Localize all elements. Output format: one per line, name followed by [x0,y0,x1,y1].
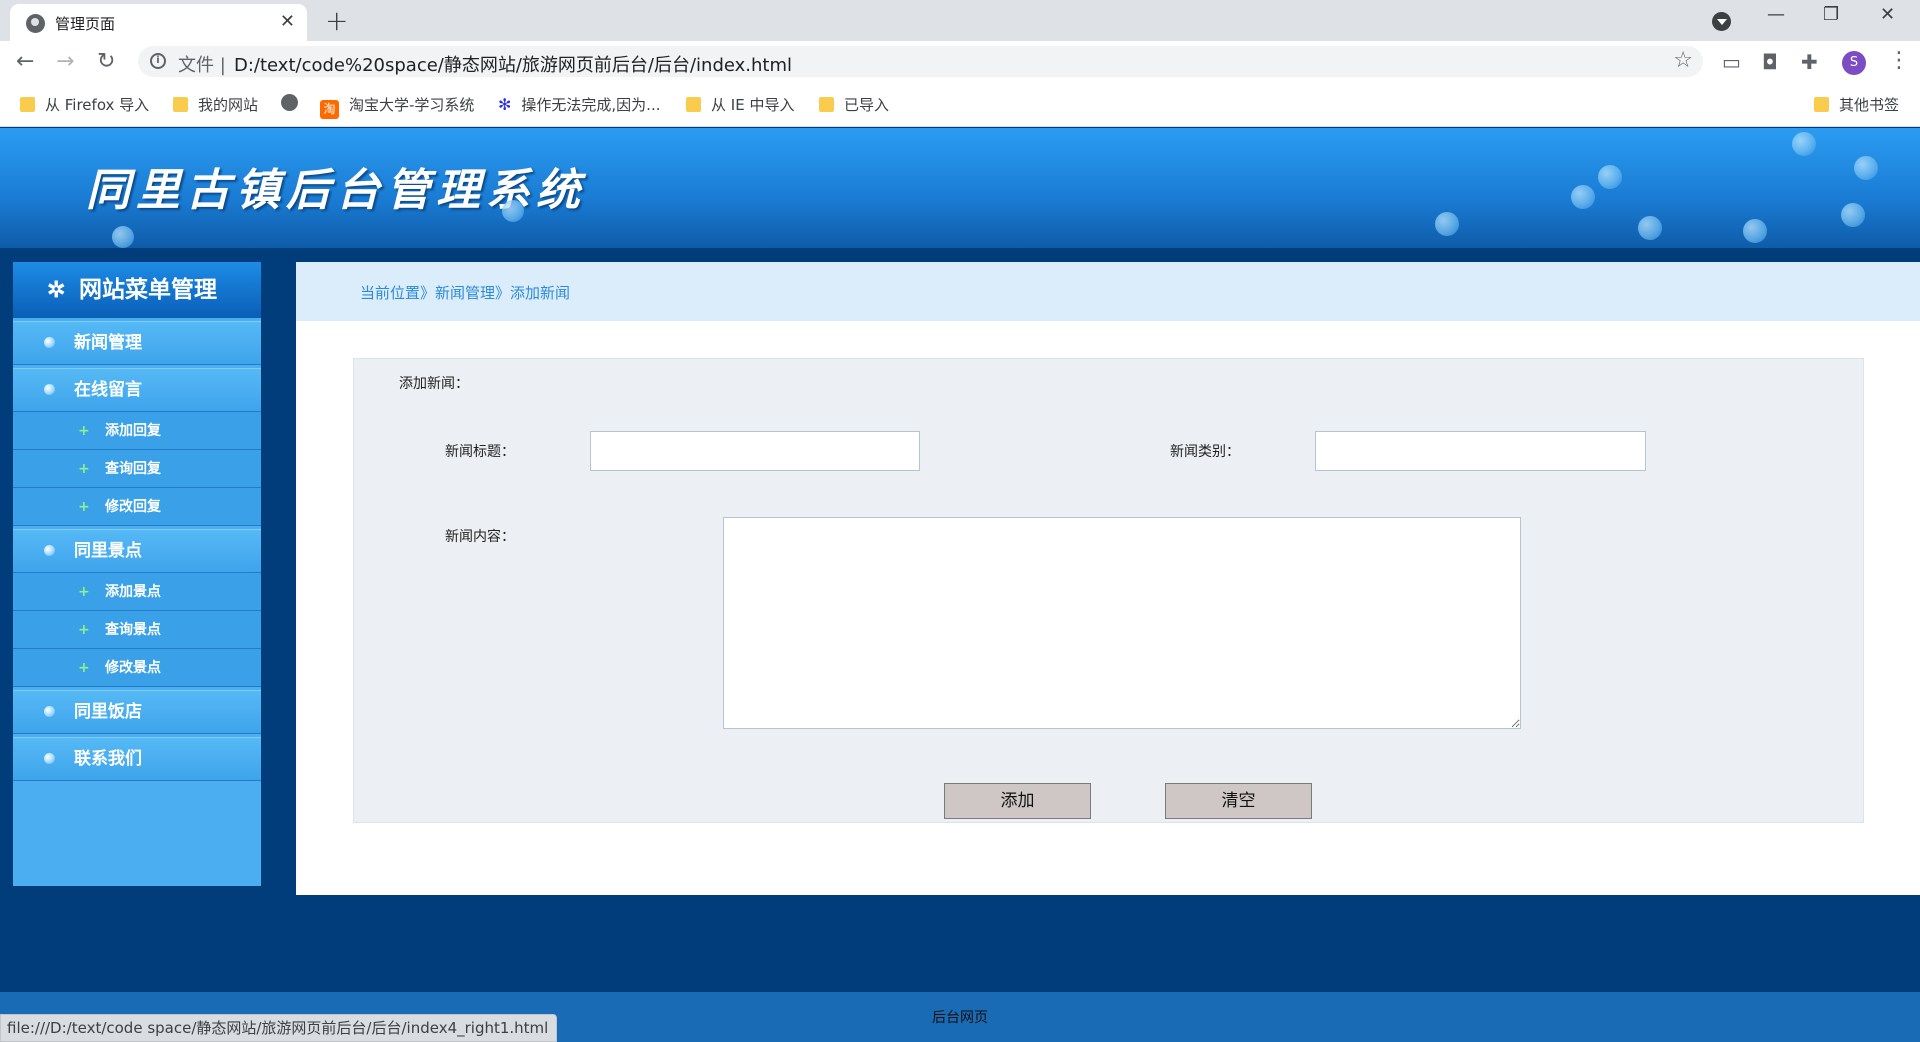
folder-icon [20,97,35,112]
bubble-decoration [1638,216,1662,240]
bookmark-taobao-university[interactable]: 淘淘宝大学-学习系统 [320,94,474,119]
minimize-icon[interactable]: — [1767,4,1785,25]
bookmark-ie-import[interactable]: 从 IE 中导入 [686,94,794,115]
sidebar-item-news-management[interactable]: 新闻管理 [13,321,261,365]
browser-tab-strip: 管理页面 ✕ + — ❐ ✕ [0,0,1920,41]
news-title-input[interactable] [590,431,920,471]
plus-icon: + [78,423,90,439]
bookmark-other[interactable]: 其他书签 [1814,94,1899,115]
sidebar-item-attractions[interactable]: 同里景点 [13,529,261,573]
clear-button[interactable]: 清空 [1165,783,1312,819]
plus-icon: + [78,660,90,676]
url-scheme-label: 文件 | [178,55,226,76]
sidebar-header: ✲ 网站菜单管理 [13,262,261,318]
bookmark-baidu[interactable]: ✻ 操作无法完成,因为... [498,94,660,115]
new-tab-button[interactable]: + [325,4,348,37]
bubble-decoration [502,200,524,222]
folder-icon [819,97,834,112]
taobao-icon: 淘 [320,100,339,119]
add-news-form: 添加新闻： 新闻标题： 新闻类别： 新闻内容： 添加 清空 [353,358,1864,823]
sidebar-menu: ✲ 网站菜单管理 新闻管理 在线留言 + 添加回复 + 查询回复 + 修改回复 同里景… [13,262,261,886]
bullet-icon [44,706,55,717]
url-text[interactable]: D:/text/code%20space/静态网站/旅游网页前后台/后台/ind… [234,51,792,77]
bullet-icon [44,545,55,556]
news-content-label: 新闻内容： [445,529,515,545]
breadcrumb-text[interactable]: 当前位置》新闻管理》添加新闻 [360,282,570,303]
plus-icon: + [78,499,90,515]
camera-icon[interactable]: ◘ [1762,50,1778,74]
plus-icon: + [78,622,90,638]
status-bar-url: file:///D:/text/code space/静态网站/旅游网页前后台/… [0,1014,558,1042]
restore-icon[interactable]: ❐ [1823,4,1839,25]
header-banner: 同里古镇后台管理系统 [0,128,1920,248]
profile-avatar[interactable]: S [1842,51,1866,75]
globe-icon [281,94,298,111]
folder-icon [173,97,188,112]
bullet-icon [44,384,55,395]
bubble-decoration [1571,185,1595,209]
extensions-puzzle-icon[interactable]: ✚ [1801,50,1818,74]
sidebar-sub-add-attraction[interactable]: + 添加景点 [13,573,261,611]
news-content-textarea[interactable] [723,517,1521,729]
bookmark-star-icon[interactable]: ☆ [1673,48,1693,73]
bookmark-my-site[interactable]: 我的网站 [173,94,258,115]
bookmark-imported[interactable]: 已导入 [819,94,889,115]
bubble-decoration [1854,156,1878,180]
cast-icon[interactable]: ▭ [1722,50,1741,74]
breadcrumb: 当前位置》新闻管理》添加新闻 [296,262,1920,321]
browser-tab[interactable]: 管理页面 ✕ [10,4,307,41]
back-icon[interactable]: ← [16,49,34,74]
bubble-decoration [1792,132,1816,156]
sidebar-item-contact-us[interactable]: 联系我们 [13,737,261,781]
address-bar[interactable]: i 文件 | D:/text/code%20space/静态网站/旅游网页前后台… [138,46,1703,77]
sidebar-item-online-messages[interactable]: 在线留言 [13,368,261,412]
bullet-icon [44,337,55,348]
forward-icon[interactable]: → [56,49,74,74]
plus-icon: + [78,461,90,477]
form-heading: 添加新闻： [399,376,469,392]
sidebar-sub-edit-attraction[interactable]: + 修改景点 [13,649,261,687]
sidebar-sub-query-reply[interactable]: + 查询回复 [13,450,261,488]
site-info-icon[interactable]: i [150,53,166,69]
news-category-input[interactable] [1315,431,1646,471]
sidebar-sub-query-attraction[interactable]: + 查询景点 [13,611,261,649]
reload-icon[interactable]: ↻ [97,49,115,74]
tab-search-icon[interactable] [1712,12,1731,31]
bookmarks-bar: 从 Firefox 导入 我的网站 淘淘宝大学-学习系统 ✻ 操作无法完成,因为.… [0,82,1920,127]
add-button[interactable]: 添加 [944,783,1091,819]
gear-icon: ✲ [47,277,66,303]
sidebar-item-hotels[interactable]: 同里饭店 [13,690,261,734]
bookmark-globe[interactable] [281,94,308,112]
folder-icon [686,97,701,112]
window-close-icon[interactable]: ✕ [1880,4,1895,25]
sidebar-sub-edit-reply[interactable]: + 修改回复 [13,488,261,526]
bookmark-firefox-import[interactable]: 从 Firefox 导入 [20,94,149,115]
bubble-decoration [1598,165,1622,189]
folder-icon [1814,97,1829,112]
globe-icon [26,14,45,33]
news-category-label: 新闻类别： [1170,444,1240,460]
tab-title: 管理页面 [55,15,116,33]
plus-icon: + [78,584,90,600]
bubble-decoration [1743,219,1767,243]
browser-menu-icon[interactable]: ⋮ [1888,48,1910,73]
sidebar-sub-add-reply[interactable]: + 添加回复 [13,412,261,450]
bullet-icon [44,753,55,764]
tab-close-icon[interactable]: ✕ [280,11,295,32]
browser-toolbar: ← → ↻ i 文件 | D:/text/code%20space/静态网站/旅… [0,41,1920,82]
bubble-decoration [112,226,134,248]
bubble-decoration [1841,203,1865,227]
page-body: 同里古镇后台管理系统 ✲ 网站菜单管理 新闻管理 在线留言 + 添加回复 + 查询回… [0,128,1920,1042]
main-content: 当前位置》新闻管理》添加新闻 添加新闻： 新闻标题： 新闻类别： 新闻内容： 添… [296,262,1920,895]
baidu-paw-icon: ✻ [498,95,512,114]
news-title-label: 新闻标题： [445,444,515,460]
bubble-decoration [1435,212,1459,236]
